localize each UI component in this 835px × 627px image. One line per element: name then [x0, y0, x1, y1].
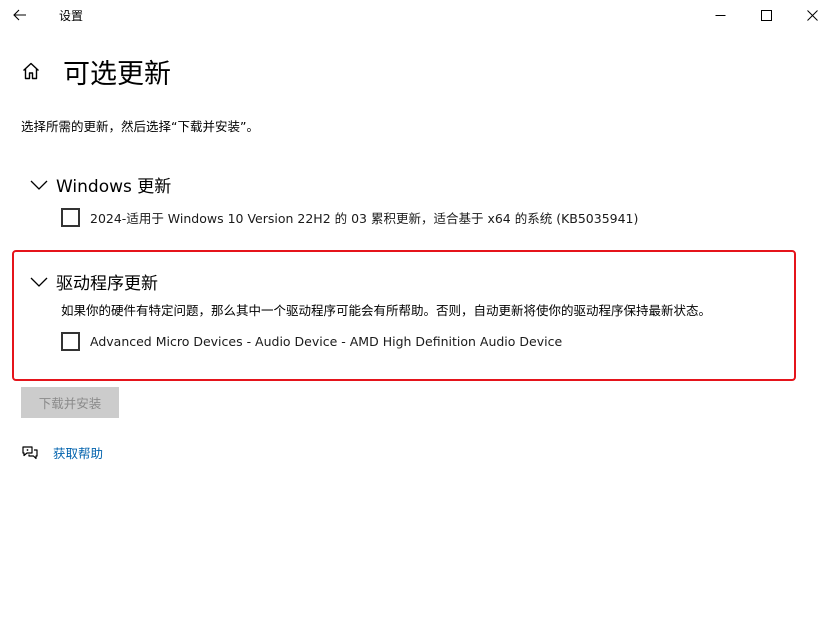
section-windows-updates-header[interactable]: Windows 更新	[28, 172, 171, 197]
close-icon	[806, 9, 818, 21]
get-help-row[interactable]: 获取帮助	[21, 443, 103, 462]
section-description: 如果你的硬件有特定问题，那么其中一个驱动程序可能会有所帮助。否则，自动更新将使你…	[61, 303, 712, 318]
back-arrow-icon	[13, 9, 26, 21]
minimize-icon	[715, 14, 725, 16]
title-bar: 设置	[0, 0, 835, 30]
page-title: 可选更新	[63, 59, 171, 90]
update-item-driver[interactable]: Advanced Micro Devices - Audio Device - …	[61, 332, 562, 351]
instructions-text: 选择所需的更新，然后选择“下载并安装”。	[21, 119, 259, 134]
get-help-link[interactable]: 获取帮助	[53, 443, 103, 462]
update-checkbox[interactable]	[61, 332, 80, 351]
maximize-button[interactable]	[743, 0, 789, 30]
update-item-windows[interactable]: 2024-适用于 Windows 10 Version 22H2 的 03 累积…	[61, 208, 638, 227]
close-button[interactable]	[789, 0, 835, 30]
section-driver-updates-header[interactable]: 驱动程序更新	[28, 269, 158, 294]
download-install-button[interactable]: 下载并安装	[21, 387, 119, 418]
section-title: 驱动程序更新	[56, 274, 158, 294]
section-title: Windows 更新	[56, 177, 172, 197]
update-checkbox[interactable]	[61, 208, 80, 227]
help-chat-icon	[21, 444, 39, 462]
update-item-label: 2024-适用于 Windows 10 Version 22H2 的 03 累积…	[90, 211, 639, 226]
home-icon[interactable]	[20, 60, 42, 82]
minimize-button[interactable]	[697, 0, 743, 30]
back-button[interactable]	[8, 3, 32, 27]
chevron-down-icon	[28, 271, 50, 293]
maximize-icon	[760, 9, 772, 21]
settings-window: 设置 可选更新 选择所需的更新，然后选择“下载并安装”。 Windows 更新 …	[0, 0, 835, 627]
chevron-down-icon	[28, 174, 50, 196]
update-item-label: Advanced Micro Devices - Audio Device - …	[90, 334, 563, 349]
app-title: 设置	[59, 9, 84, 23]
